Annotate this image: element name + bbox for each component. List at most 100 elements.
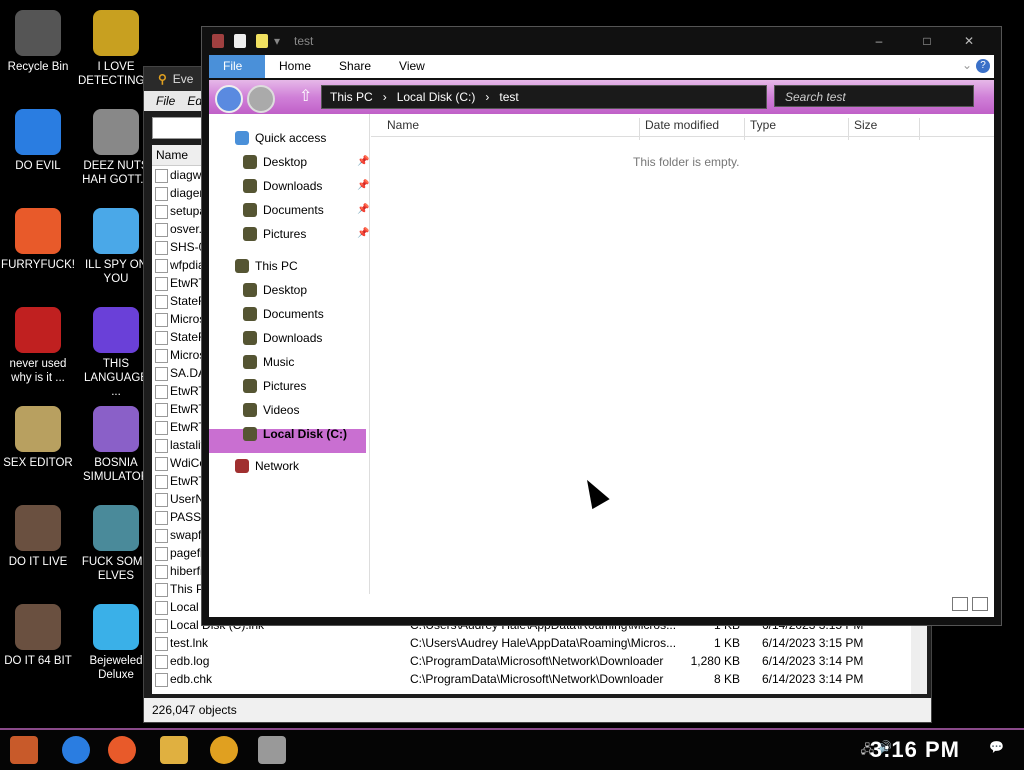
col-size-header[interactable]: Size bbox=[854, 118, 877, 132]
tab-file[interactable]: File bbox=[209, 55, 265, 78]
nav-item-downloads[interactable]: Downloads 📌 bbox=[243, 175, 369, 197]
file-icon bbox=[155, 169, 168, 183]
pictures-icon bbox=[243, 379, 257, 393]
address-bar[interactable]: This PC › Local Disk (C:) › test bbox=[321, 85, 767, 109]
file-icon bbox=[155, 259, 168, 273]
expand-ribbon-icon[interactable]: ⌄ bbox=[962, 58, 972, 72]
new-folder-icon[interactable] bbox=[256, 34, 268, 48]
nav-item-documents[interactable]: Documents bbox=[243, 303, 324, 325]
menu-edit[interactable]: Ed bbox=[187, 94, 202, 108]
ribbon: File Home Share View ⌄ ? bbox=[209, 55, 994, 78]
nav-item-quick-access[interactable]: Quick access bbox=[235, 127, 327, 149]
file-icon bbox=[155, 241, 168, 255]
clock[interactable]: 3:16 PM bbox=[870, 737, 960, 763]
large-icons-view-icon[interactable] bbox=[972, 597, 988, 611]
col-date-header[interactable]: Date modified bbox=[645, 118, 719, 132]
nav-item-documents[interactable]: Documents 📌 bbox=[243, 199, 369, 221]
file-explorer-taskbar-icon[interactable] bbox=[160, 736, 188, 764]
everything-status: 226,047 objects bbox=[144, 698, 931, 722]
copy-windows-icon bbox=[93, 109, 139, 155]
col-type-header[interactable]: Type bbox=[750, 118, 776, 132]
file-date: 6/14/2023 3:15 PM bbox=[762, 636, 864, 650]
chrome-taskbar-icon[interactable] bbox=[62, 736, 90, 764]
list-row[interactable]: edb.log C:\ProgramData\Microsoft\Network\… bbox=[152, 652, 912, 670]
details-view-icon[interactable] bbox=[952, 597, 968, 611]
col-name-header[interactable]: Name bbox=[387, 118, 419, 132]
file-icon bbox=[155, 601, 168, 615]
explorer-window[interactable]: ▾ test – □ ✕ File Home Share View ⌄ ? ⇧ … bbox=[201, 26, 1002, 626]
start-icon[interactable] bbox=[10, 736, 38, 764]
file-icon bbox=[155, 331, 168, 345]
downloads-icon bbox=[243, 331, 257, 345]
empty-folder-message: This folder is empty. bbox=[633, 155, 740, 169]
close-button[interactable]: ✕ bbox=[952, 31, 986, 51]
properties-icon[interactable] bbox=[234, 34, 246, 48]
list-row[interactable]: edb.chk C:\ProgramData\Microsoft\Network\… bbox=[152, 670, 912, 688]
desktop-icon-recycle-bin[interactable]: Recycle Bin bbox=[0, 10, 76, 74]
nav-item-pictures[interactable]: Pictures 📌 bbox=[243, 223, 369, 245]
file-icon bbox=[155, 673, 168, 687]
desktop-icon-do-evil[interactable]: DO EVIL bbox=[0, 109, 76, 173]
forward-arrow-icon[interactable] bbox=[247, 85, 275, 113]
nav-item-network[interactable]: Network bbox=[235, 455, 299, 477]
file-icon bbox=[155, 277, 168, 291]
file-icon bbox=[155, 349, 168, 363]
up-arrow-icon[interactable]: ⇧ bbox=[299, 86, 312, 106]
desktop-icon-sex-editor[interactable]: SEX EDITOR bbox=[0, 406, 76, 470]
maximize-button[interactable]: □ bbox=[910, 31, 944, 51]
minimize-button[interactable]: – bbox=[862, 31, 896, 51]
file-icon bbox=[155, 493, 168, 507]
search-input[interactable]: Search test bbox=[774, 85, 974, 107]
nav-item-downloads[interactable]: Downloads bbox=[243, 327, 322, 349]
desktop-icon-label: SEX EDITOR bbox=[3, 457, 73, 469]
recycle-bin-icon bbox=[15, 10, 61, 56]
everything-title: Eve bbox=[172, 72, 194, 86]
nav-item-label: Quick access bbox=[255, 131, 327, 145]
nav-item-music[interactable]: Music bbox=[243, 351, 294, 373]
crumb-local-disk[interactable]: Local Disk (C:) bbox=[397, 86, 476, 108]
nav-item-pictures[interactable]: Pictures bbox=[243, 375, 306, 397]
nav-item-label: Desktop bbox=[263, 283, 308, 297]
notifications-icon[interactable]: 💬 bbox=[989, 740, 1004, 754]
nav-item-videos[interactable]: Videos bbox=[243, 399, 299, 421]
desktop-icon-do-it-64-bit[interactable]: DO IT 64 BIT bbox=[0, 604, 76, 668]
file-icon bbox=[155, 367, 168, 381]
file-icon bbox=[155, 385, 168, 399]
nav-item-desktop[interactable]: Desktop 📌 bbox=[243, 151, 369, 173]
drive-icon bbox=[243, 427, 257, 441]
nav-item-label: Downloads bbox=[263, 179, 323, 193]
help-icon[interactable]: ? bbox=[976, 59, 990, 73]
file-icon bbox=[155, 403, 168, 417]
file-icon bbox=[155, 529, 168, 543]
pin-icon: 📌 bbox=[357, 180, 370, 191]
file-name: test.lnk bbox=[170, 636, 209, 650]
everything-taskbar-icon[interactable] bbox=[210, 736, 238, 764]
desktop-icon-never-used-why-is-it[interactable]: never used why is it ... bbox=[0, 307, 76, 385]
col-name[interactable]: Name bbox=[156, 148, 188, 162]
nav-item-this-pc[interactable]: This PC bbox=[235, 255, 298, 277]
column-headers: Name Date modified Type Size bbox=[371, 114, 994, 140]
firefox-taskbar-icon[interactable] bbox=[108, 736, 136, 764]
desktop-icon-furryfuck[interactable]: FURRYFUCK! bbox=[0, 208, 76, 272]
navigation-pane: Quick access Desktop 📌 Downloads 📌 Documents 📌… bbox=[209, 114, 370, 594]
tab-view[interactable]: View bbox=[385, 55, 439, 78]
app-taskbar-icon[interactable] bbox=[258, 736, 286, 764]
file-icon bbox=[155, 565, 168, 579]
back-arrow-icon[interactable] bbox=[215, 85, 243, 113]
address-row: ⇧ This PC › Local Disk (C:) › test Searc… bbox=[209, 80, 994, 114]
file-date: 6/14/2023 3:14 PM bbox=[762, 672, 864, 686]
list-row[interactable]: test.lnk C:\Users\Audrey Hale\AppData\Roa… bbox=[152, 634, 912, 652]
nav-item-desktop[interactable]: Desktop bbox=[243, 279, 308, 301]
documents-icon bbox=[243, 307, 257, 321]
file-name: swapfi bbox=[170, 528, 205, 542]
crumb-this-pc[interactable]: This PC bbox=[330, 86, 373, 108]
chevron-down-icon[interactable]: ▾ bbox=[274, 34, 280, 48]
menu-file[interactable]: File bbox=[156, 94, 175, 108]
crumb-test[interactable]: test bbox=[499, 86, 518, 108]
tab-home[interactable]: Home bbox=[265, 55, 325, 78]
tab-share[interactable]: Share bbox=[325, 55, 385, 78]
nav-item-local-disk-c[interactable]: Local Disk (C:) bbox=[243, 423, 347, 445]
desktop-icon-do-it-live[interactable]: DO IT LIVE bbox=[0, 505, 76, 569]
file-name: UserN bbox=[170, 492, 205, 506]
chevron-right-icon: › bbox=[485, 90, 490, 104]
